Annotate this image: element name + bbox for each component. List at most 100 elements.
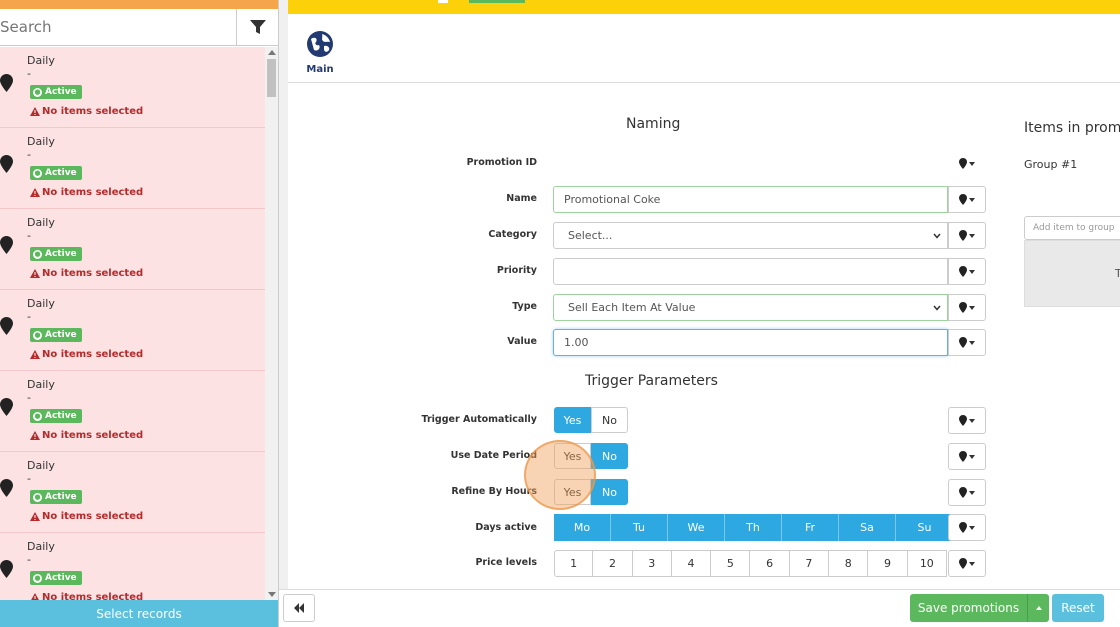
header-tick [438, 0, 448, 3]
filter-icon [249, 19, 266, 34]
warning-message: No items selected [30, 268, 143, 279]
status-badge: ● Active [30, 490, 82, 504]
price-level-1[interactable]: 1 [554, 550, 594, 577]
chevron-up-icon [1035, 606, 1042, 610]
warning-text: No items selected [42, 268, 144, 279]
refine-hours-yes[interactable]: Yes [554, 479, 591, 505]
price-level-8[interactable]: 8 [829, 550, 869, 577]
refine-hours-toggle[interactable]: Yes No [554, 479, 628, 505]
days-active-pin-button[interactable] [948, 514, 986, 541]
chevron-down-icon [969, 561, 975, 566]
trigger-auto-pin-button[interactable] [948, 407, 986, 434]
list-scrollbar[interactable] [265, 47, 278, 600]
filter-button[interactable] [237, 9, 278, 45]
price-levels-pin-button[interactable] [948, 550, 986, 577]
price-level-4[interactable]: 4 [671, 550, 712, 577]
day-su[interactable]: Su [896, 514, 953, 541]
refine-hours-no[interactable]: No [591, 479, 628, 505]
status-badge: ● Active [30, 247, 82, 261]
chevron-down-icon [969, 197, 975, 202]
status-badge: ● Active [30, 571, 82, 585]
trigger-auto-no[interactable]: No [591, 407, 628, 433]
day-fr[interactable]: Fr [782, 514, 839, 541]
list-item[interactable]: Daily - ● Active No items selected [0, 290, 265, 371]
type-label: Type [512, 301, 537, 312]
price-level-10[interactable]: 10 [907, 550, 947, 577]
category-pin-button[interactable] [948, 222, 986, 249]
status-badge-label: Active [45, 87, 77, 97]
priority-input[interactable] [553, 258, 948, 285]
clock-icon: ● [33, 330, 42, 340]
priority-label: Priority [496, 265, 537, 276]
warning-message: No items selected [30, 592, 143, 600]
clock-icon: ● [33, 168, 42, 178]
status-badge-label: Active [45, 249, 77, 259]
name-label: Name [506, 193, 537, 204]
type-select[interactable]: Sell Each Item At Value [553, 294, 948, 321]
day-tu[interactable]: Tu [611, 514, 668, 541]
date-period-no[interactable]: No [591, 443, 628, 469]
map-pin-icon [959, 558, 967, 569]
promotion-id-pin-button[interactable] [948, 150, 986, 177]
map-pin-icon [0, 479, 13, 497]
chevron-down-icon [969, 305, 975, 310]
day-sa[interactable]: Sa [839, 514, 896, 541]
price-level-7[interactable]: 7 [789, 550, 830, 577]
date-period-pin-button[interactable] [948, 443, 986, 470]
category-select[interactable]: Select... [553, 222, 948, 249]
name-input[interactable]: Promotional Coke [553, 186, 948, 213]
list-item-subtitle: - [27, 472, 31, 485]
day-mo[interactable]: Mo [554, 514, 611, 541]
days-active-label: Days active [475, 522, 537, 533]
refine-hours-pin-button[interactable] [948, 479, 986, 506]
record-list-panel: Daily-●ActiveNo items selectedDaily-●Act… [0, 0, 279, 627]
priority-pin-button[interactable] [948, 258, 986, 285]
price-level-2[interactable]: 2 [593, 550, 633, 577]
warning-icon [30, 512, 40, 521]
reset-button[interactable]: Reset [1052, 594, 1104, 622]
search-input[interactable] [0, 9, 237, 45]
price-level-9[interactable]: 9 [868, 550, 908, 577]
main-area: Main Naming Promotion ID Name Promotiona… [288, 0, 1120, 627]
scroll-thumb[interactable] [267, 59, 276, 97]
date-period-yes[interactable]: Yes [554, 443, 591, 469]
list-item-title: Daily [27, 135, 55, 148]
list-item[interactable]: Daily - ● Active No items selected [0, 128, 265, 209]
select-records-button[interactable]: Select records [0, 600, 278, 627]
save-options-toggle[interactable] [1028, 594, 1049, 622]
header-button[interactable] [469, 0, 525, 3]
warning-icon [30, 350, 40, 359]
value-input[interactable]: 1.00 [553, 329, 948, 356]
trigger-auto-yes[interactable]: Yes [554, 407, 591, 433]
list-item[interactable]: Daily - ● Active No items selected [0, 209, 265, 290]
day-we[interactable]: We [668, 514, 725, 541]
add-item-input[interactable]: Add item to group [1024, 216, 1120, 240]
collapse-button[interactable] [283, 594, 315, 622]
value-pin-button[interactable] [948, 329, 986, 356]
promotion-id-label: Promotion ID [466, 157, 537, 168]
price-level-5[interactable]: 5 [711, 550, 751, 577]
price-level-3[interactable]: 3 [632, 550, 672, 577]
type-pin-button[interactable] [948, 294, 986, 321]
list-item[interactable]: Daily - ● Active No items selected [0, 47, 265, 128]
scroll-up-arrow[interactable] [268, 50, 276, 55]
tab-main-label: Main [306, 64, 334, 75]
list-item[interactable]: Daily - ● Active No items selected [0, 371, 265, 452]
list-item[interactable]: Daily - ● Active No items selected [0, 533, 265, 600]
clock-icon: ● [33, 249, 42, 259]
trigger-auto-toggle[interactable]: Yes No [554, 407, 628, 433]
list-item-subtitle: - [27, 67, 31, 80]
date-period-toggle[interactable]: Yes No [554, 443, 628, 469]
list-item[interactable]: Daily - ● Active No items selected [0, 452, 265, 533]
tab-bar: Main [288, 14, 1120, 83]
warning-message: No items selected [30, 349, 143, 360]
day-th[interactable]: Th [725, 514, 782, 541]
chevron-down-icon [969, 340, 975, 345]
map-pin-icon [959, 415, 967, 426]
name-pin-button[interactable] [948, 186, 986, 213]
save-promotions-button[interactable]: Save promotions [910, 594, 1049, 622]
scroll-down-arrow[interactable] [268, 592, 276, 597]
price-level-6[interactable]: 6 [750, 550, 790, 577]
warning-icon [30, 188, 40, 197]
tab-main[interactable]: Main [304, 30, 336, 75]
